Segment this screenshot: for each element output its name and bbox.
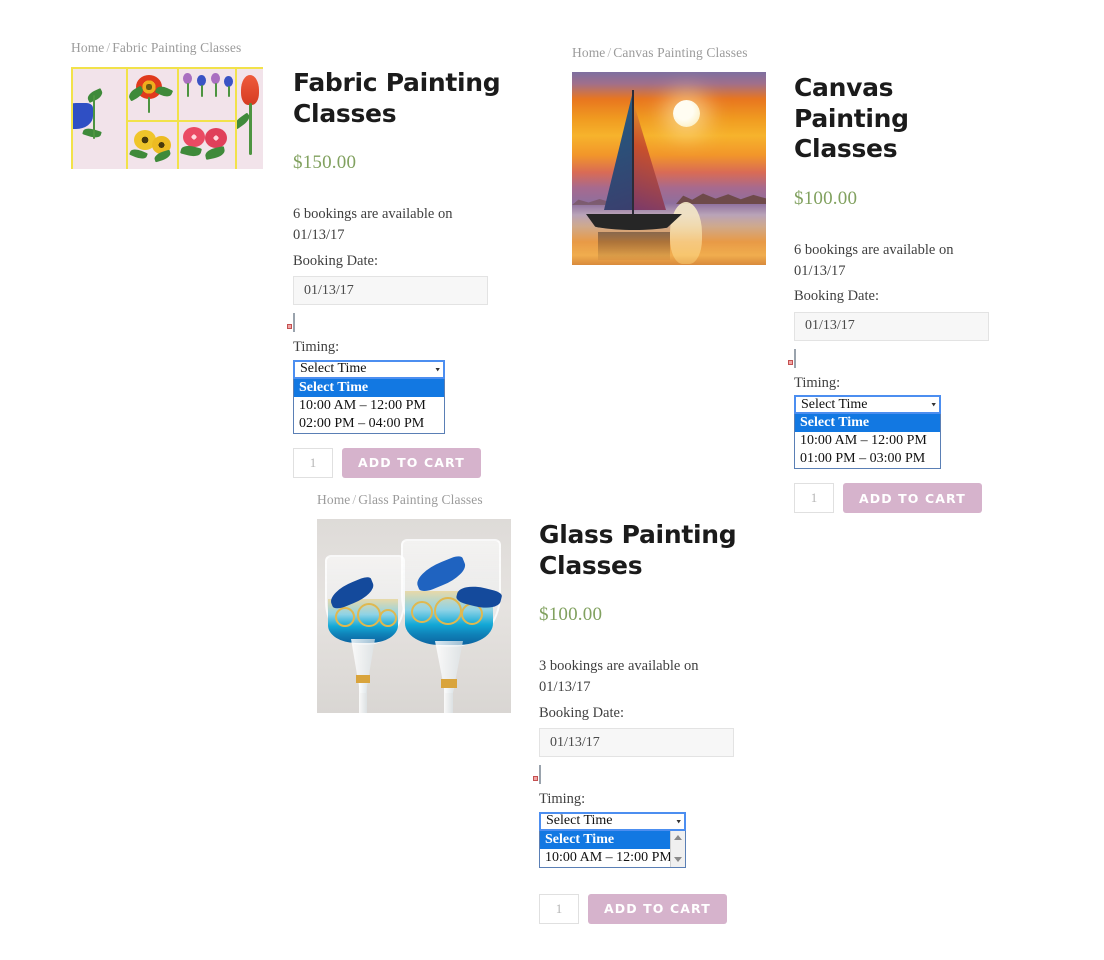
product-image-glass[interactable] — [317, 519, 511, 713]
image-cell — [178, 69, 235, 120]
breadcrumb-home-link[interactable]: Home — [71, 40, 104, 55]
sail-right — [632, 102, 666, 210]
timing-option[interactable]: Select Time — [795, 414, 940, 432]
add-to-cart-button[interactable]: ADD TO CART — [843, 483, 982, 513]
calendar-icon[interactable] — [533, 765, 754, 785]
booking-date-label: Booking Date: — [539, 704, 624, 721]
image-cell — [178, 121, 235, 169]
purchase-row: 1 ADD TO CART — [539, 893, 754, 924]
page-title: Glass Painting Classes — [539, 520, 737, 580]
product-price: $150.00 — [293, 152, 357, 173]
timing-label: Timing: — [794, 374, 841, 391]
chevron-down-icon: ▾ — [676, 816, 681, 825]
timing-option-list[interactable]: Select Time 10:00 AM – 12:00 PM 02:00 PM… — [293, 378, 445, 434]
purchase-row: 1 ADD TO CART — [794, 483, 1009, 513]
timing-option[interactable]: 10:00 AM – 12:00 PM — [294, 397, 444, 415]
timing-select-value: Select Time — [300, 361, 367, 376]
breadcrumb-current: Canvas Painting Classes — [613, 45, 748, 60]
timing-option-list[interactable]: Select Time 10:00 AM – 12:00 PM — [539, 830, 686, 868]
availability-text: 6 bookings are available on 01/13/17 — [293, 206, 453, 244]
quantity-input[interactable]: 1 — [293, 447, 333, 478]
timing-select-box[interactable]: Select Time ▾ — [539, 811, 686, 831]
option-list-scrollbar[interactable] — [670, 830, 685, 867]
image-cell — [73, 69, 126, 169]
breadcrumb: Home / Fabric Painting Classes — [71, 40, 241, 56]
product-info-glass: Glass Painting Classes $100.00 3 booking… — [533, 520, 754, 924]
hull — [586, 214, 682, 230]
availability-text: 6 bookings are available on 01/13/17 — [794, 241, 954, 279]
add-to-cart-button[interactable]: ADD TO CART — [342, 447, 481, 478]
timing-option[interactable]: 10:00 AM – 12:00 PM — [540, 849, 685, 867]
product-price: $100.00 — [794, 187, 858, 209]
timing-select[interactable]: Select Time ▾ Select Time 10:00 AM – 12:… — [539, 811, 686, 868]
hull-reflection — [598, 232, 670, 260]
timing-option[interactable]: 01:00 PM – 03:00 PM — [795, 450, 940, 468]
timing-option[interactable]: Select Time — [540, 830, 685, 849]
breadcrumb: Home / Canvas Painting Classes — [572, 45, 748, 61]
sail-left — [604, 92, 634, 210]
image-cell — [127, 69, 177, 120]
scroll-down-icon[interactable] — [671, 853, 685, 867]
image-cell — [127, 121, 177, 169]
timing-select-box[interactable]: Select Time ▾ — [293, 359, 445, 379]
timing-select-value: Select Time — [546, 813, 613, 828]
timing-select[interactable]: Select Time ▾ Select Time 10:00 AM – 12:… — [794, 395, 941, 469]
calendar-icon[interactable] — [788, 348, 1009, 368]
timing-select[interactable]: Select Time ▾ Select Time 10:00 AM – 12:… — [293, 359, 445, 434]
timing-option[interactable]: 10:00 AM – 12:00 PM — [795, 432, 940, 450]
calendar-icon[interactable] — [287, 313, 508, 333]
wine-glass-right — [401, 539, 503, 713]
breadcrumb-current: Fabric Painting Classes — [112, 40, 242, 55]
image-cell — [236, 69, 263, 169]
timing-option[interactable]: 02:00 PM – 04:00 PM — [294, 415, 444, 433]
breadcrumb-home-link[interactable]: Home — [317, 492, 350, 507]
sun-shape — [673, 100, 700, 127]
product-info-fabric: Fabric Painting Classes $150.00 6 bookin… — [287, 68, 508, 478]
product-image-fabric[interactable] — [71, 67, 263, 169]
chevron-down-icon: ▾ — [435, 364, 440, 373]
breadcrumb-current: Glass Painting Classes — [358, 492, 483, 507]
timing-option-list[interactable]: Select Time 10:00 AM – 12:00 PM 01:00 PM… — [794, 414, 941, 469]
timing-select-box[interactable]: Select Time ▾ — [794, 395, 941, 414]
quantity-input[interactable]: 1 — [539, 893, 579, 924]
timing-label: Timing: — [293, 339, 340, 356]
scroll-up-icon[interactable] — [671, 831, 685, 845]
booking-date-input[interactable]: 01/13/17 — [539, 728, 734, 758]
booking-date-input[interactable]: 01/13/17 — [794, 311, 989, 341]
timing-select-value: Select Time — [801, 396, 868, 412]
breadcrumb-home-link[interactable]: Home — [572, 45, 605, 60]
booking-date-label: Booking Date: — [794, 288, 879, 305]
page-title: Canvas Painting Classes — [794, 73, 909, 163]
product-price: $100.00 — [539, 604, 603, 625]
quantity-input[interactable]: 1 — [794, 483, 834, 513]
wine-glass-left — [325, 555, 405, 713]
chevron-down-icon: ▾ — [931, 400, 936, 409]
product-image-canvas[interactable] — [572, 72, 766, 265]
breadcrumb: Home / Glass Painting Classes — [317, 492, 483, 508]
availability-text: 3 bookings are available on 01/13/17 — [539, 658, 699, 696]
mast — [632, 90, 634, 214]
product-info-canvas: Canvas Painting Classes $100.00 6 bookin… — [788, 73, 1009, 513]
page-title: Fabric Painting Classes — [293, 68, 501, 128]
add-to-cart-button[interactable]: ADD TO CART — [588, 893, 727, 924]
booking-date-label: Booking Date: — [293, 252, 378, 269]
purchase-row: 1 ADD TO CART — [293, 447, 508, 478]
booking-date-input[interactable]: 01/13/17 — [293, 276, 488, 306]
timing-option[interactable]: Select Time — [294, 378, 444, 397]
timing-label: Timing: — [539, 791, 586, 808]
sun-reflection — [670, 202, 702, 264]
